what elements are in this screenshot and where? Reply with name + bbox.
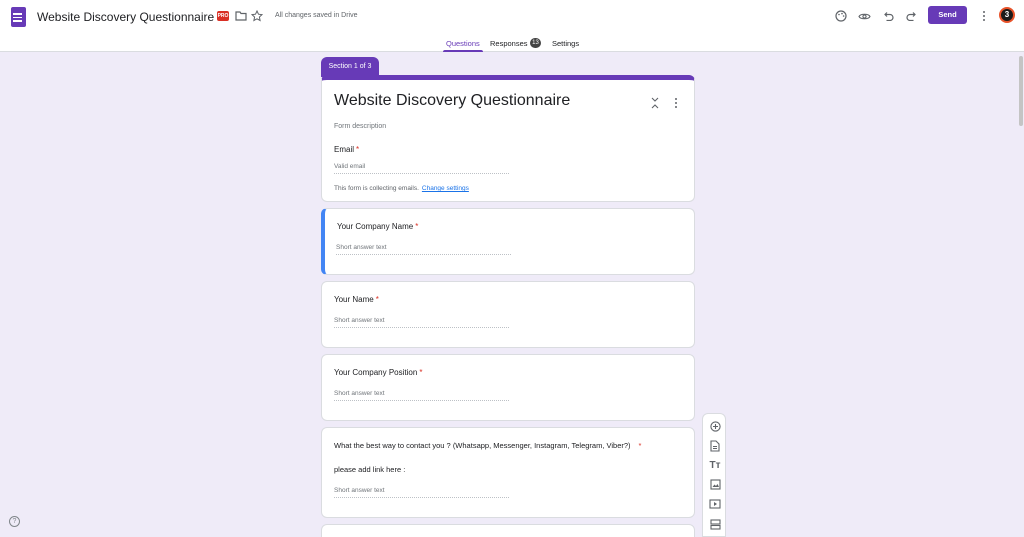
undo-icon[interactable] bbox=[881, 9, 895, 23]
redo-icon[interactable] bbox=[904, 9, 918, 23]
short-answer-field[interactable]: Short answer text bbox=[334, 317, 509, 328]
star-icon[interactable] bbox=[250, 9, 264, 23]
email-collection-note: This form is collecting emails. Change se… bbox=[334, 185, 469, 192]
pro-badge: PRO bbox=[217, 11, 229, 21]
email-label: Email * bbox=[334, 145, 359, 154]
question-card[interactable]: Your Name * Short answer text bbox=[321, 281, 695, 348]
question-label-text: Your Company Name bbox=[337, 222, 414, 231]
email-field[interactable]: Valid email bbox=[334, 163, 509, 174]
add-section-icon[interactable] bbox=[708, 517, 722, 531]
question-label: Your Company Name * bbox=[337, 222, 418, 231]
floating-toolbar: Tт bbox=[702, 413, 726, 537]
palette-icon[interactable] bbox=[834, 9, 848, 23]
preview-eye-icon[interactable] bbox=[857, 9, 871, 23]
tab-settings[interactable]: Settings bbox=[552, 39, 579, 48]
form-description-field[interactable]: Form description bbox=[334, 123, 386, 130]
avatar[interactable]: 3 bbox=[999, 7, 1015, 23]
question-label-text: Your Company Position bbox=[334, 368, 418, 377]
document-title[interactable]: Website Discovery Questionnaire - Jomel … bbox=[37, 10, 217, 24]
help-icon[interactable]: ? bbox=[9, 516, 20, 527]
responses-count-badge: 13 bbox=[530, 38, 541, 48]
question-label-text: What the best way to contact you ? (What… bbox=[334, 441, 631, 450]
required-mark: * bbox=[356, 145, 360, 154]
active-tab-indicator bbox=[443, 50, 483, 52]
top-bar: Website Discovery Questionnaire - Jomel … bbox=[0, 0, 1024, 52]
add-video-icon[interactable] bbox=[708, 497, 722, 511]
question-card[interactable]: What the best way to contact you ? (What… bbox=[321, 427, 695, 518]
section-more-icon[interactable] bbox=[674, 96, 684, 108]
folder-icon[interactable] bbox=[234, 9, 248, 23]
question-card[interactable]: Your Company Position * Short answer text bbox=[321, 354, 695, 421]
question-label: Your Company Position * bbox=[334, 368, 422, 377]
add-image-icon[interactable] bbox=[708, 477, 722, 491]
form-header-card[interactable]: Website Discovery Questionnaire Form des… bbox=[321, 75, 695, 202]
short-answer-field[interactable]: Short answer text bbox=[334, 487, 509, 498]
save-status: All changes saved in Drive bbox=[275, 12, 358, 19]
section-label: Section 1 of 3 bbox=[321, 57, 379, 77]
form-title[interactable]: Website Discovery Questionnaire bbox=[334, 92, 570, 110]
tab-responses[interactable]: Responses bbox=[490, 39, 528, 48]
tab-questions[interactable]: Questions bbox=[446, 39, 480, 48]
email-label-text: Email bbox=[334, 145, 355, 154]
question-card[interactable] bbox=[321, 524, 695, 537]
required-mark: * bbox=[419, 368, 423, 377]
send-button[interactable]: Send bbox=[928, 6, 967, 24]
question-label: What the best way to contact you ? (What… bbox=[334, 441, 641, 450]
question-label: Your Name * bbox=[334, 295, 379, 304]
collapse-section-icon[interactable] bbox=[650, 96, 660, 109]
import-questions-icon[interactable] bbox=[708, 439, 722, 453]
change-settings-link[interactable]: Change settings bbox=[422, 185, 469, 192]
question-card[interactable]: Your Company Name * Short answer text bbox=[321, 208, 695, 275]
required-mark: * bbox=[375, 295, 379, 304]
forms-logo-icon[interactable] bbox=[11, 7, 26, 27]
email-note-text: This form is collecting emails. bbox=[334, 185, 419, 192]
add-title-icon[interactable]: Tт bbox=[708, 458, 722, 472]
required-mark: * bbox=[415, 222, 419, 231]
short-answer-field[interactable]: Short answer text bbox=[334, 390, 509, 401]
required-mark: * bbox=[638, 441, 642, 450]
question-label-text: Your Name bbox=[334, 295, 374, 304]
short-answer-field[interactable]: Short answer text bbox=[336, 244, 511, 255]
more-vert-icon[interactable] bbox=[977, 9, 991, 23]
add-question-icon[interactable] bbox=[708, 419, 722, 433]
tab-bar: Questions Responses 13 Settings bbox=[0, 37, 1024, 52]
scrollbar[interactable] bbox=[1019, 56, 1023, 126]
question-sublabel: please add link here : bbox=[334, 465, 406, 474]
